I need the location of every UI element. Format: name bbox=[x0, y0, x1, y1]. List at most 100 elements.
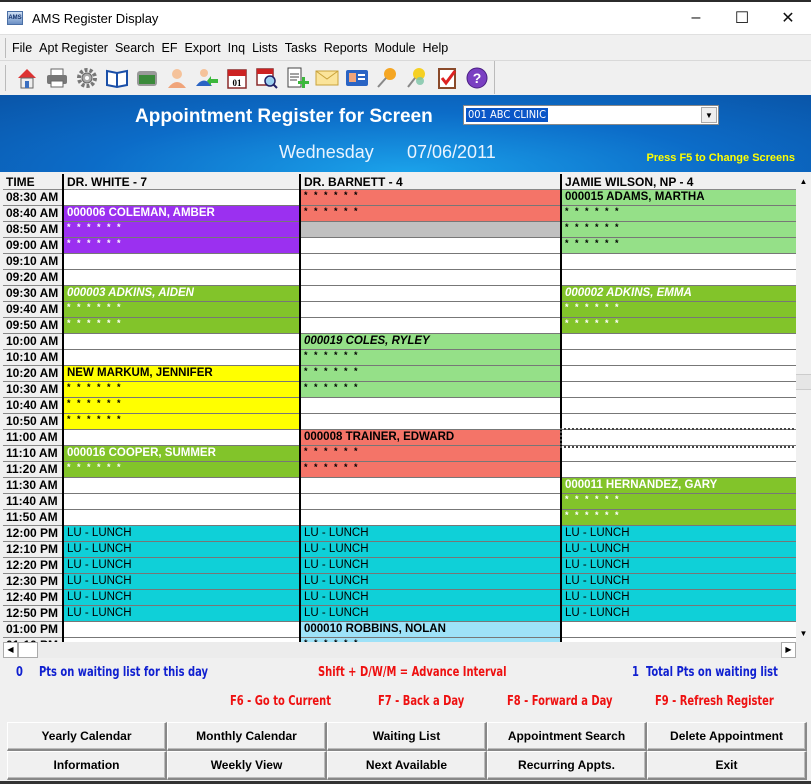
empty-slot[interactable] bbox=[562, 446, 796, 462]
appointment-slot[interactable]: LU - LUNCH bbox=[562, 606, 796, 622]
delete-appointment-button[interactable]: Delete Appointment bbox=[647, 722, 807, 751]
checklist-button[interactable] bbox=[432, 64, 462, 92]
id-card-button[interactable] bbox=[342, 64, 372, 92]
empty-slot[interactable] bbox=[301, 494, 560, 510]
home-button[interactable] bbox=[12, 64, 42, 92]
appointment-slot[interactable]: * * * * * * bbox=[64, 238, 299, 254]
empty-slot[interactable] bbox=[301, 398, 560, 414]
appointment-slot[interactable]: LU - LUNCH bbox=[301, 574, 560, 590]
empty-slot[interactable] bbox=[301, 414, 560, 430]
appointment-slot[interactable]: 000011 HERNANDEZ, GARY bbox=[562, 478, 796, 494]
appointment-slot[interactable]: LU - LUNCH bbox=[64, 590, 299, 606]
appointment-slot[interactable]: LU - LUNCH bbox=[562, 526, 796, 542]
appointment-slot[interactable]: * * * * * * bbox=[562, 222, 796, 238]
empty-slot[interactable] bbox=[301, 222, 560, 238]
appointment-slot[interactable]: 000010 ROBBINS, NOLAN bbox=[301, 622, 560, 638]
menu-file[interactable]: File bbox=[12, 41, 32, 55]
appointment-slot[interactable]: 000019 COLES, RYLEY bbox=[301, 334, 560, 350]
empty-slot[interactable] bbox=[64, 190, 299, 206]
weekly-view-button[interactable]: Weekly View bbox=[167, 751, 327, 780]
menu-module[interactable]: Module bbox=[375, 41, 416, 55]
pin-button[interactable] bbox=[372, 64, 402, 92]
empty-slot[interactable] bbox=[301, 270, 560, 286]
book-button[interactable] bbox=[102, 64, 132, 92]
empty-slot[interactable] bbox=[562, 350, 796, 366]
appointment-slot[interactable]: * * * * * * bbox=[301, 350, 560, 366]
monthly-calendar-button[interactable]: Monthly Calendar bbox=[167, 722, 327, 751]
appointment-slot[interactable]: LU - LUNCH bbox=[562, 542, 796, 558]
information-button[interactable]: Information bbox=[7, 751, 167, 780]
empty-slot[interactable] bbox=[562, 366, 796, 382]
appointment-slot[interactable]: * * * * * * bbox=[301, 446, 560, 462]
appointment-slot[interactable]: LU - LUNCH bbox=[64, 606, 299, 622]
menu-export[interactable]: Export bbox=[185, 41, 221, 55]
pin-search-button[interactable] bbox=[402, 64, 432, 92]
hscroll-thumb[interactable] bbox=[18, 642, 38, 658]
appointment-slot[interactable]: * * * * * * bbox=[64, 462, 299, 478]
patient-checkin-button[interactable] bbox=[192, 64, 222, 92]
help-button[interactable]: ? bbox=[462, 64, 492, 92]
provider-header[interactable]: DR. WHITE - 7 bbox=[64, 174, 299, 190]
appointment-slot[interactable]: LU - LUNCH bbox=[562, 558, 796, 574]
appointment-slot[interactable]: LU - LUNCH bbox=[64, 558, 299, 574]
maximize-button[interactable]: ☐ bbox=[719, 2, 765, 34]
appointment-slot[interactable]: * * * * * * bbox=[64, 302, 299, 318]
scroll-down-icon[interactable]: ▼ bbox=[796, 626, 811, 642]
empty-slot[interactable] bbox=[301, 302, 560, 318]
appointment-slot[interactable]: LU - LUNCH bbox=[64, 574, 299, 590]
menu-ef[interactable]: EF bbox=[162, 41, 178, 55]
appointment-slot[interactable]: * * * * * * bbox=[301, 366, 560, 382]
close-button[interactable]: ✕ bbox=[765, 2, 811, 34]
appointment-slot[interactable]: LU - LUNCH bbox=[64, 526, 299, 542]
appointment-slot[interactable]: LU - LUNCH bbox=[301, 558, 560, 574]
empty-slot[interactable] bbox=[64, 478, 299, 494]
appointment-slot[interactable]: * * * * * * bbox=[64, 382, 299, 398]
empty-slot[interactable] bbox=[64, 430, 299, 446]
empty-slot[interactable] bbox=[301, 478, 560, 494]
provider-header[interactable]: JAMIE WILSON, NP - 4 bbox=[562, 174, 796, 190]
empty-slot[interactable] bbox=[560, 428, 796, 448]
calendar-button[interactable]: 01 bbox=[222, 64, 252, 92]
empty-slot[interactable] bbox=[301, 318, 560, 334]
empty-slot[interactable] bbox=[562, 382, 796, 398]
appointment-slot[interactable]: * * * * * * bbox=[64, 414, 299, 430]
scroll-up-icon[interactable]: ▲ bbox=[796, 174, 811, 190]
menu-inq[interactable]: Inq bbox=[228, 41, 245, 55]
appointment-slot[interactable]: LU - LUNCH bbox=[562, 590, 796, 606]
appointment-slot[interactable]: * * * * * * bbox=[64, 398, 299, 414]
empty-slot[interactable] bbox=[64, 334, 299, 350]
menu-lists[interactable]: Lists bbox=[252, 41, 278, 55]
appointment-slot[interactable]: * * * * * * bbox=[301, 462, 560, 478]
appointment-slot[interactable]: LU - LUNCH bbox=[301, 606, 560, 622]
yearly-calendar-button[interactable]: Yearly Calendar bbox=[7, 722, 167, 751]
appointment-slot[interactable]: 000008 TRAINER, EDWARD bbox=[301, 430, 560, 446]
appointment-slot[interactable]: * * * * * * bbox=[562, 494, 796, 510]
appointment-slot[interactable]: * * * * * * bbox=[562, 318, 796, 334]
appointment-slot[interactable]: LU - LUNCH bbox=[64, 542, 299, 558]
scroll-right-icon[interactable]: ▶ bbox=[781, 642, 796, 658]
appointment-slot[interactable]: 000003 ADKINS, AIDEN bbox=[64, 286, 299, 302]
menu-help[interactable]: Help bbox=[423, 41, 449, 55]
empty-slot[interactable] bbox=[562, 414, 796, 430]
appointment-slot[interactable]: 000015 ADAMS, MARTHA bbox=[562, 190, 796, 206]
scroll-thumb[interactable] bbox=[796, 374, 811, 390]
menu-search[interactable]: Search bbox=[115, 41, 155, 55]
mail-button[interactable] bbox=[312, 64, 342, 92]
appointment-slot[interactable]: * * * * * * bbox=[301, 382, 560, 398]
empty-slot[interactable] bbox=[64, 350, 299, 366]
appointment-slot[interactable]: * * * * * * bbox=[301, 206, 560, 222]
empty-slot[interactable] bbox=[562, 334, 796, 350]
appointment-slot[interactable]: 000016 COOPER, SUMMER bbox=[64, 446, 299, 462]
appointment-slot[interactable]: * * * * * * bbox=[562, 510, 796, 526]
appointment-slot[interactable]: * * * * * * bbox=[64, 222, 299, 238]
empty-slot[interactable] bbox=[301, 510, 560, 526]
scanner-button[interactable] bbox=[132, 64, 162, 92]
menu-reports[interactable]: Reports bbox=[324, 41, 368, 55]
print-button[interactable] bbox=[42, 64, 72, 92]
chevron-down-icon[interactable]: ▼ bbox=[701, 107, 717, 123]
empty-slot[interactable] bbox=[562, 622, 796, 638]
appointment-slot[interactable]: LU - LUNCH bbox=[562, 574, 796, 590]
empty-slot[interactable] bbox=[64, 254, 299, 270]
empty-slot[interactable] bbox=[64, 494, 299, 510]
appointment-slot[interactable]: LU - LUNCH bbox=[301, 526, 560, 542]
